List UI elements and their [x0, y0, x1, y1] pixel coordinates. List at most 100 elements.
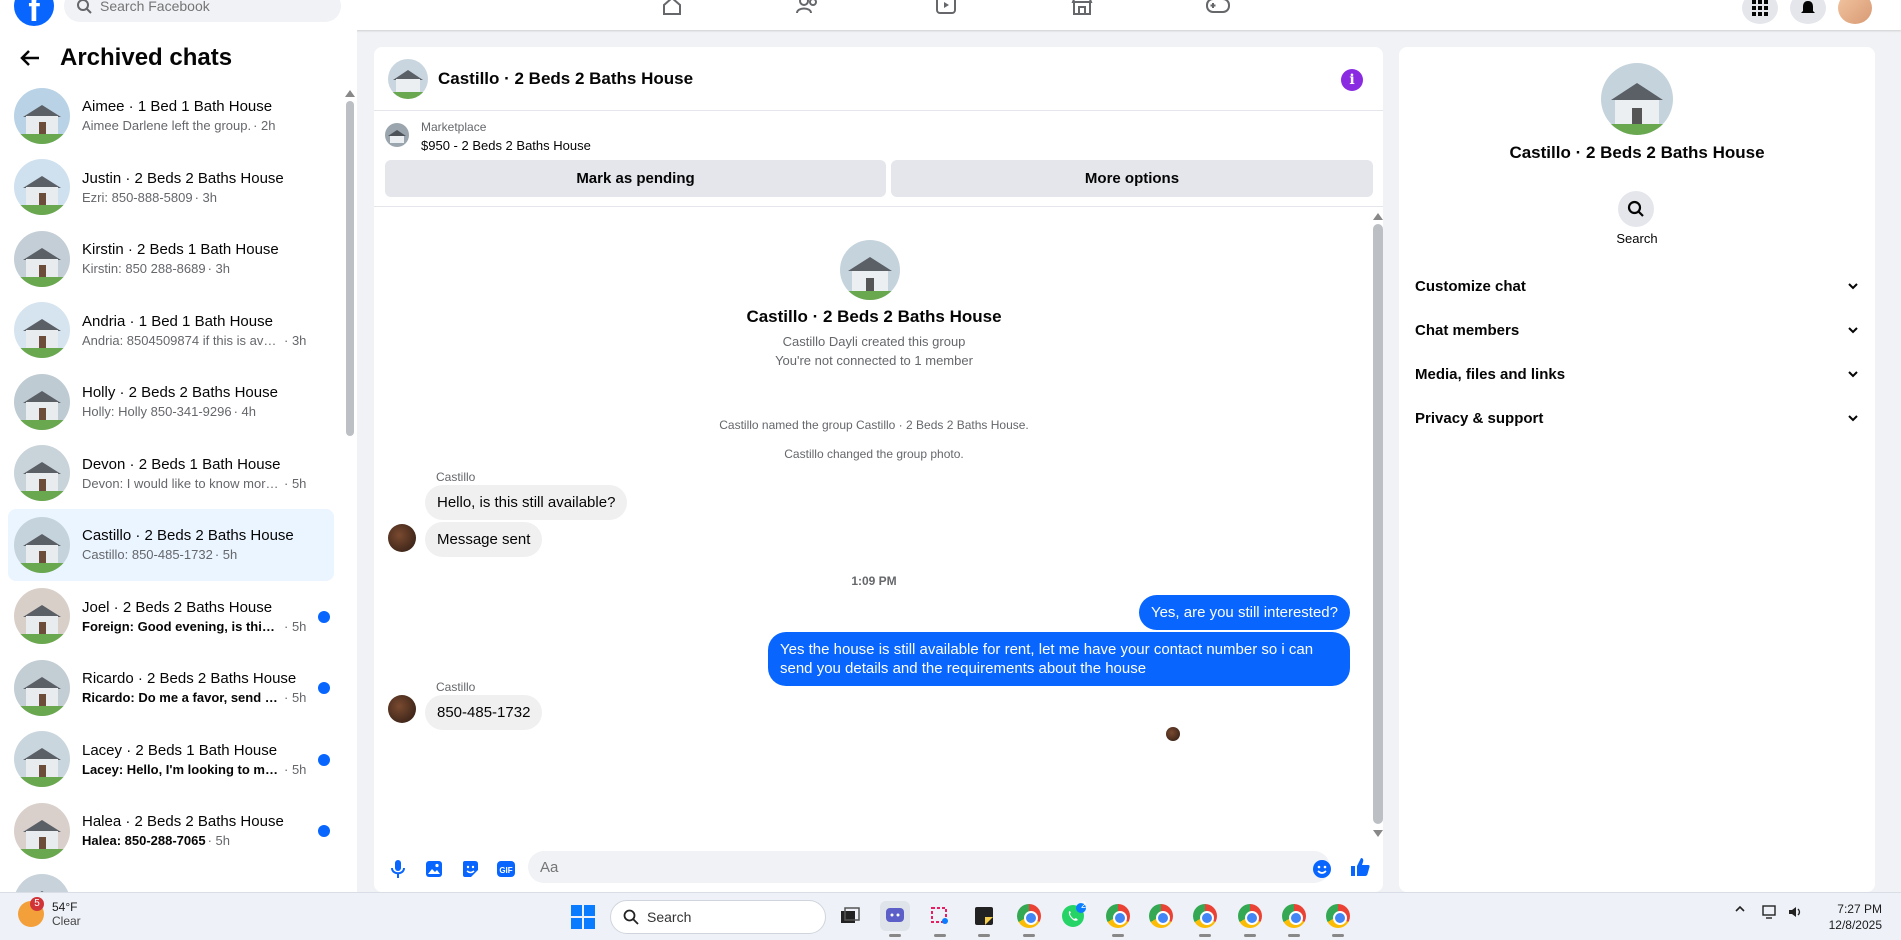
system-message: Castillo named the group Castillo · 2 Be…: [719, 418, 1029, 432]
facebook-logo[interactable]: f: [14, 0, 54, 29]
chrome-icon[interactable]: [1323, 901, 1353, 937]
media-files-links-row[interactable]: Media, files and links: [1415, 354, 1859, 394]
marketplace-icon[interactable]: [1068, 0, 1096, 16]
sticky-notes-icon[interactable]: [969, 901, 999, 937]
photo-icon[interactable]: [422, 857, 446, 881]
facebook-search[interactable]: [64, 0, 341, 22]
scrollbar-thumb[interactable]: [1373, 224, 1383, 824]
chat-thumbnail: [14, 230, 70, 287]
chat-thumbnail: [14, 588, 70, 645]
gif-icon[interactable]: GIF: [494, 857, 518, 881]
chat-text: Holly · 2 Beds 2 Baths House Holly: Holly…: [82, 384, 322, 419]
gaming-icon[interactable]: [1204, 0, 1232, 16]
conversation-title: Castillo · 2 Beds 2 Baths House: [438, 68, 694, 88]
chrome-icon[interactable]: [1103, 901, 1133, 937]
sidebar-scrollbar[interactable]: [345, 90, 355, 460]
system-clock[interactable]: 7:27 PM 12/8/2025: [1820, 901, 1882, 933]
chat-list-item[interactable]: Castillo · 2 Beds 2 Baths House Castillo:…: [8, 509, 334, 581]
message-input[interactable]: [528, 851, 1330, 883]
chat-list-item[interactable]: Devon · 2 Beds 1 Bath House Devon: I woul…: [8, 438, 334, 510]
conversation-scrollbar[interactable]: [1373, 213, 1383, 838]
back-arrow-icon[interactable]: [20, 49, 40, 67]
listing-thumbnail[interactable]: [385, 123, 409, 147]
sticker-icon[interactable]: [458, 857, 482, 881]
outgoing-message[interactable]: Yes, are you still interested?: [1138, 595, 1350, 630]
incoming-message[interactable]: 850-485-1732: [425, 695, 543, 730]
info-icon[interactable]: i: [1341, 69, 1363, 91]
chat-time: · 5h: [207, 833, 230, 849]
chat-text: Devon · 2 Beds 1 Bath House Devon: I woul…: [82, 456, 322, 491]
home-icon[interactable]: [658, 0, 686, 16]
chrome-icon[interactable]: [1279, 901, 1309, 937]
search-input[interactable]: [100, 0, 320, 14]
chat-list-item[interactable]: Ricardo · 2 Beds 2 Baths House Ricardo: D…: [8, 652, 334, 724]
chat-text: Ricardo · 2 Beds 2 Baths House Ricardo: D…: [82, 670, 322, 705]
taskbar-search[interactable]: Search: [610, 900, 826, 934]
incoming-message[interactable]: Hello, is this still available?: [425, 485, 628, 520]
chat-list-item[interactable]: Holly · 2 Beds 2 Baths House Holly: Holly…: [8, 366, 334, 438]
chat-time: · 3h: [207, 261, 230, 277]
system-message: Castillo changed the group photo.: [784, 447, 964, 461]
listing-title[interactable]: $950 - 2 Beds 2 Baths House: [421, 138, 591, 153]
chat-list-item[interactable]: Halea · 2 Beds 2 Baths House Halea: 850-2…: [8, 795, 334, 867]
incoming-message[interactable]: Message sent: [425, 522, 543, 557]
chat-preview-text: Ezri: 850-888-5809: [82, 189, 193, 205]
chevron-up-icon[interactable]: [1734, 905, 1746, 913]
windows-start-icon[interactable]: [571, 905, 595, 929]
friends-icon[interactable]: [793, 0, 821, 16]
active-indicator: [934, 934, 946, 937]
chat-text: Justin · 2 Beds 2 Baths House Ezri: 850-8…: [82, 170, 322, 205]
chevron-down-icon: [1847, 282, 1859, 290]
chevron-down-icon: [1847, 370, 1859, 378]
sender-avatar[interactable]: [388, 695, 416, 723]
volume-icon[interactable]: [1787, 905, 1805, 919]
task-view-icon[interactable]: [835, 901, 865, 931]
teams-chat-icon[interactable]: [880, 901, 910, 937]
chat-thumbnail: [14, 874, 70, 892]
network-icon[interactable]: [1762, 905, 1780, 919]
conversation-header: Castillo · 2 Beds 2 Baths House i: [374, 47, 1383, 111]
chrome-icon[interactable]: [1190, 901, 1220, 937]
sender-avatar[interactable]: [388, 524, 416, 552]
active-indicator: [1332, 934, 1344, 937]
mark-as-pending-button[interactable]: Mark as pending: [385, 160, 886, 197]
scroll-down-icon[interactable]: [1373, 830, 1383, 837]
chat-list-item[interactable]: Kirstin · 2 Beds 1 Bath House Kirstin: 85…: [8, 223, 334, 295]
chat-list-item[interactable]: Lacey · 2 Beds 1 Bath House Lacey: Hello,…: [8, 724, 334, 796]
active-indicator: [1023, 934, 1035, 937]
notifications-bell-icon[interactable]: [1790, 0, 1826, 24]
weather-widget[interactable]: 5 54°F Clear: [18, 897, 81, 928]
like-thumbs-up-icon[interactable]: [1348, 855, 1372, 879]
chrome-icon[interactable]: [1014, 901, 1044, 937]
snipping-tool-icon[interactable]: [925, 901, 955, 937]
microphone-icon[interactable]: [386, 857, 410, 881]
outgoing-message[interactable]: Yes the house is still available for ren…: [768, 632, 1350, 686]
chrome-icon[interactable]: [1235, 901, 1265, 937]
group-photo[interactable]: [840, 240, 900, 300]
chat-time: · 4h: [233, 404, 256, 420]
more-options-button[interactable]: More options: [891, 160, 1373, 197]
chat-list-item[interactable]: Joel · 2 Beds 2 Baths House Foreign: Good…: [8, 581, 334, 653]
unread-dot: [318, 682, 330, 694]
scroll-up-icon[interactable]: [345, 90, 355, 97]
chat-list-item[interactable]: Justin · 2 Beds 2 Baths House Ezri: 850-8…: [8, 152, 334, 224]
group-profile-photo[interactable]: [1601, 63, 1673, 135]
video-icon[interactable]: [932, 0, 960, 16]
chat-members-row[interactable]: Chat members: [1415, 310, 1859, 350]
scroll-up-icon[interactable]: [1373, 213, 1383, 220]
emoji-icon[interactable]: [1310, 857, 1334, 881]
chrome-icon[interactable]: [1146, 901, 1176, 931]
privacy-support-row[interactable]: Privacy & support: [1415, 398, 1859, 438]
chat-list-item[interactable]: Vera · 2 Beds 2 Baths House: [8, 867, 334, 892]
chat-list-item[interactable]: Andria · 1 Bed 1 Bath House Andria: 85045…: [8, 295, 334, 367]
search-in-conversation-button[interactable]: [1618, 191, 1654, 227]
customize-chat-row[interactable]: Customize chat: [1415, 266, 1859, 306]
whatsapp-icon[interactable]: 2: [1058, 900, 1088, 931]
search-icon: [1627, 200, 1645, 218]
scrollbar-thumb[interactable]: [346, 101, 354, 436]
group-avatar[interactable]: [388, 58, 428, 99]
chat-preview: Castillo: 850-485-1732 · 5h: [82, 547, 322, 562]
profile-avatar[interactable]: [1838, 0, 1872, 24]
menu-grid-icon[interactable]: [1742, 0, 1778, 24]
chat-list-item[interactable]: Aimee · 1 Bed 1 Bath House Aimee Darlene …: [8, 80, 334, 152]
